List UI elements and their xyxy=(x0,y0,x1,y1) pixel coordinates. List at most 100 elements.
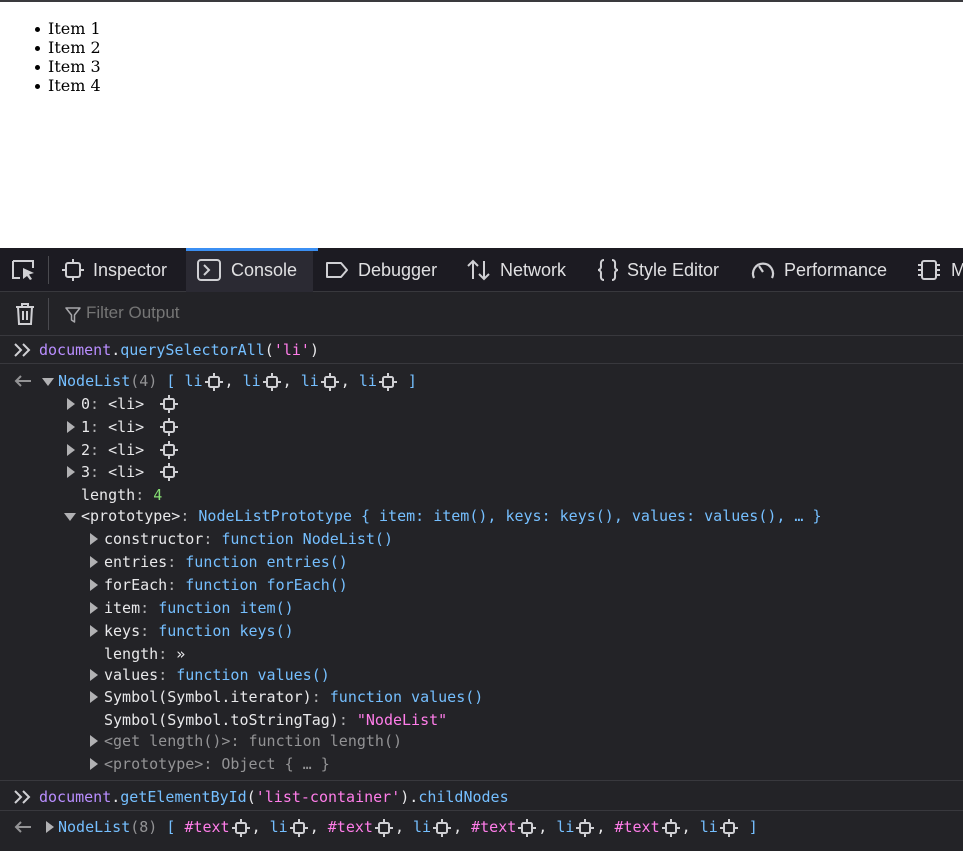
tab-style-editor[interactable]: Style Editor xyxy=(596,248,731,292)
tree-entry[interactable]: <prototype>: Object { … } xyxy=(0,753,963,775)
tree-entry[interactable]: 3: <li> xyxy=(0,461,963,483)
tree-entry: Symbol(Symbol.toStringTag): "NodeList" xyxy=(104,711,448,729)
expand-toggle[interactable] xyxy=(67,421,75,433)
list-item: Item 1 xyxy=(35,19,101,38)
tree-entry[interactable]: 2: <li> xyxy=(0,439,963,461)
tree-entry[interactable]: entries: function entries() xyxy=(0,551,963,573)
prompt-chevron-icon xyxy=(14,343,31,357)
console-result-row: NodeList(4) [ li, li, li, li ] xyxy=(0,370,963,392)
nodelist-summary[interactable]: NodeList(4) [ li, li, li, li ] xyxy=(58,370,417,392)
tab-label: Style Editor xyxy=(627,260,720,280)
tree-entry[interactable]: forEach: function forEach() xyxy=(0,574,963,596)
list-item: Item 2 xyxy=(35,38,101,57)
style-editor-icon xyxy=(597,259,619,281)
node-highlight-icon[interactable] xyxy=(374,818,393,837)
tree-entry[interactable]: 1: <li> xyxy=(0,416,963,438)
tab-label: Performance xyxy=(784,260,888,280)
tab-debugger[interactable]: Debugger xyxy=(325,248,445,292)
node-highlight-icon[interactable] xyxy=(262,372,281,391)
expand-toggle[interactable] xyxy=(90,758,98,770)
tree-entry[interactable]: 0: <li> xyxy=(0,393,963,415)
node-highlight-icon[interactable] xyxy=(160,463,178,481)
node-highlight-icon[interactable] xyxy=(433,818,452,837)
node-highlight-icon[interactable] xyxy=(160,418,178,436)
row-separator xyxy=(0,780,963,781)
tree-entry[interactable]: item: function item() xyxy=(0,597,963,619)
expand-toggle[interactable] xyxy=(90,533,98,545)
node-highlight-icon[interactable] xyxy=(661,818,680,837)
expand-toggle[interactable] xyxy=(46,821,54,833)
node-highlight-icon[interactable] xyxy=(576,818,595,837)
node-highlight-icon[interactable] xyxy=(378,372,397,391)
node-highlight-icon[interactable] xyxy=(160,441,178,459)
tab-label: Debugger xyxy=(358,260,438,280)
tree-entry[interactable]: keys: function keys() xyxy=(0,620,963,642)
console-input-row: document.getElementById('list-container'… xyxy=(0,786,963,808)
prompt-chevron-icon xyxy=(14,790,31,804)
expand-toggle[interactable] xyxy=(67,444,75,456)
tree-entry[interactable]: constructor: function NodeList() xyxy=(0,528,963,550)
node-highlight-icon[interactable] xyxy=(160,395,178,413)
return-arrow-icon xyxy=(14,821,31,833)
expand-toggle[interactable] xyxy=(90,691,98,703)
tab-label: M xyxy=(951,260,963,280)
expand-toggle[interactable] xyxy=(90,556,98,568)
command-text: document.getElementById('list-container'… xyxy=(39,788,509,806)
tab-console[interactable]: Console xyxy=(186,248,318,292)
tab-network[interactable]: Network xyxy=(466,248,576,292)
filter-output-input[interactable] xyxy=(86,303,486,323)
console-input-row: document.querySelectorAll('li') xyxy=(0,339,963,361)
toolbar-separator xyxy=(48,298,49,330)
tab-performance[interactable]: Performance xyxy=(750,248,900,292)
node-highlight-icon[interactable] xyxy=(231,818,250,837)
expand-toggle[interactable] xyxy=(90,735,98,747)
console-toolbar xyxy=(0,292,963,336)
item-list: Item 1 Item 2 Item 3 Item 4 xyxy=(35,19,101,95)
node-highlight-icon[interactable] xyxy=(204,372,223,391)
tree-entry[interactable]: length: » xyxy=(0,643,963,665)
node-highlight-icon[interactable] xyxy=(320,372,339,391)
console-icon xyxy=(197,259,221,281)
element-picker-icon xyxy=(12,260,34,280)
expand-toggle[interactable] xyxy=(90,579,98,591)
console-result-row: NodeList(8) [ #text, li, #text, li, #tex… xyxy=(0,816,963,838)
expand-toggle[interactable] xyxy=(67,466,75,478)
tree-entry[interactable]: values: function values() xyxy=(0,664,963,686)
tab-label: Network xyxy=(500,260,567,280)
element-picker-button[interactable] xyxy=(0,248,48,292)
expand-toggle[interactable] xyxy=(90,669,98,681)
expand-toggle[interactable] xyxy=(42,378,54,386)
performance-icon xyxy=(751,262,775,279)
row-separator xyxy=(0,810,963,811)
tab-inspector[interactable]: Inspector xyxy=(62,248,182,292)
expand-toggle[interactable] xyxy=(90,625,98,637)
trash-icon[interactable] xyxy=(14,302,36,326)
expand-toggle[interactable] xyxy=(67,398,75,410)
getter-invoke-button[interactable]: » xyxy=(176,645,185,663)
list-item: Item 3 xyxy=(35,57,101,76)
tab-memory[interactable]: M xyxy=(917,248,963,292)
tree-entry-prototype[interactable]: <prototype>: NodeListPrototype { item: i… xyxy=(0,505,963,527)
tree-entry[interactable]: <get length()>: function length() xyxy=(0,730,963,752)
inspector-icon xyxy=(62,259,84,281)
expand-toggle[interactable] xyxy=(90,602,98,614)
return-arrow-icon xyxy=(14,375,31,387)
tree-entry[interactable]: Symbol(Symbol.iterator): function values… xyxy=(0,686,963,708)
list-item: Item 4 xyxy=(35,76,101,95)
network-icon xyxy=(467,259,490,281)
node-highlight-icon[interactable] xyxy=(719,818,738,837)
memory-icon xyxy=(918,260,940,280)
tab-separator xyxy=(48,256,49,284)
nodelist-summary[interactable]: NodeList(8) [ #text, li, #text, li, #tex… xyxy=(58,816,758,838)
expand-toggle[interactable] xyxy=(64,513,76,521)
page-viewport: Item 1 Item 2 Item 3 Item 4 xyxy=(0,0,963,248)
active-tab-indicator xyxy=(186,248,313,251)
node-highlight-icon[interactable] xyxy=(518,818,537,837)
command-text: document.querySelectorAll('li') xyxy=(39,341,319,359)
devtools-panel: Inspector Console Debugger Network Style… xyxy=(0,248,963,851)
tree-entry: length: 4 xyxy=(81,486,163,504)
debugger-icon xyxy=(326,262,348,278)
devtools-tabbar: Inspector Console Debugger Network Style… xyxy=(0,248,963,292)
node-highlight-icon[interactable] xyxy=(289,818,308,837)
row-separator xyxy=(0,363,963,364)
